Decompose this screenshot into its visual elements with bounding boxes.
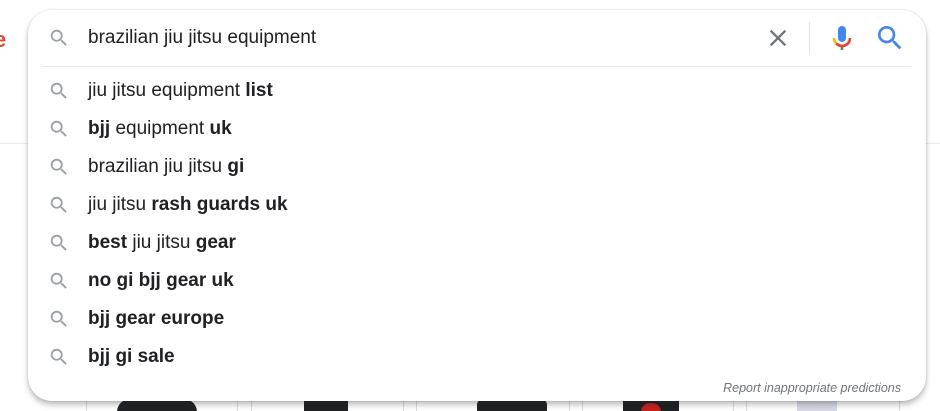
- search-icon: [48, 270, 70, 292]
- search-icon: [48, 194, 70, 216]
- suggestion-completion: bjj: [88, 118, 111, 139]
- suggestion-query-part: brazilian jiu jitsu: [88, 156, 228, 177]
- suggestion-completion: bjj gear europe: [88, 308, 225, 329]
- suggestion-query-part: jiu jitsu equipment: [88, 80, 246, 101]
- search-icon: [878, 26, 902, 50]
- suggestion-text: no gi bjj gear uk: [88, 262, 234, 300]
- search-autocomplete-box: jiu jitsu equipment listbjj equipment uk…: [28, 10, 926, 401]
- suggestion-text: brazilian jiu jitsu gi: [88, 148, 244, 186]
- suggestion-text: bjj equipment uk: [88, 110, 232, 148]
- suggestion-query-part: jiu jitsu: [88, 194, 152, 215]
- search-icon: [48, 27, 70, 49]
- voice-search-button[interactable]: [826, 22, 858, 54]
- toolbar-divider: [809, 22, 810, 54]
- search-divider: [42, 66, 911, 67]
- suggestion-query-part: jiu jitsu: [127, 232, 196, 253]
- suggestion-query-part: equipment: [110, 118, 210, 139]
- suggestion-completion: rash guards uk: [151, 194, 288, 215]
- suggestion-item[interactable]: bjj gear europe: [28, 300, 926, 338]
- search-bar: [28, 10, 926, 66]
- suggestion-text: jiu jitsu equipment list: [88, 72, 273, 110]
- suggestion-item[interactable]: jiu jitsu rash guards uk: [28, 186, 926, 224]
- suggestion-completion: bjj gi sale: [88, 346, 175, 367]
- suggestion-completion: uk: [209, 118, 232, 139]
- suggestion-completion: gi: [227, 156, 245, 177]
- suggestion-item[interactable]: jiu jitsu equipment list: [28, 72, 926, 110]
- search-icon: [48, 156, 70, 178]
- suggestion-item[interactable]: best jiu jitsu gear: [28, 224, 926, 262]
- search-icon: [48, 80, 70, 102]
- suggestion-text: jiu jitsu rash guards uk: [88, 186, 288, 224]
- search-icon: [48, 118, 70, 140]
- suggestion-item[interactable]: brazilian jiu jitsu gi: [28, 148, 926, 186]
- suggestion-item[interactable]: bjj equipment uk: [28, 110, 926, 148]
- search-submit-button[interactable]: [874, 22, 906, 54]
- search-icon: [48, 308, 70, 330]
- suggestion-item[interactable]: no gi bjj gear uk: [28, 262, 926, 300]
- suggestion-list: jiu jitsu equipment list bjj equipment uk…: [28, 72, 926, 376]
- google-logo-fragment: e: [0, 27, 7, 52]
- suggestion-item[interactable]: bjj gi sale: [28, 338, 926, 376]
- google-search-page: e brazilian jiu jitsu equipment jiu jits…: [0, 0, 940, 411]
- report-predictions-link[interactable]: Report inappropriate predictions: [723, 381, 901, 395]
- suggestion-completion: best: [88, 232, 128, 253]
- search-icon: [48, 346, 70, 368]
- suggestion-text: bjj gi sale: [88, 338, 175, 376]
- suggestion-text: best jiu jitsu gear: [88, 224, 236, 262]
- search-input[interactable]: [88, 24, 748, 52]
- suggestion-completion: list: [245, 80, 273, 101]
- close-icon: [769, 29, 787, 47]
- suggestion-text: bjj gear europe: [88, 300, 224, 338]
- microphone-icon: [832, 26, 852, 50]
- clear-search-button[interactable]: [764, 24, 792, 52]
- search-icon: [48, 232, 70, 254]
- suggestion-completion: gear: [195, 232, 236, 253]
- suggestion-completion: no gi bjj gear uk: [88, 270, 234, 291]
